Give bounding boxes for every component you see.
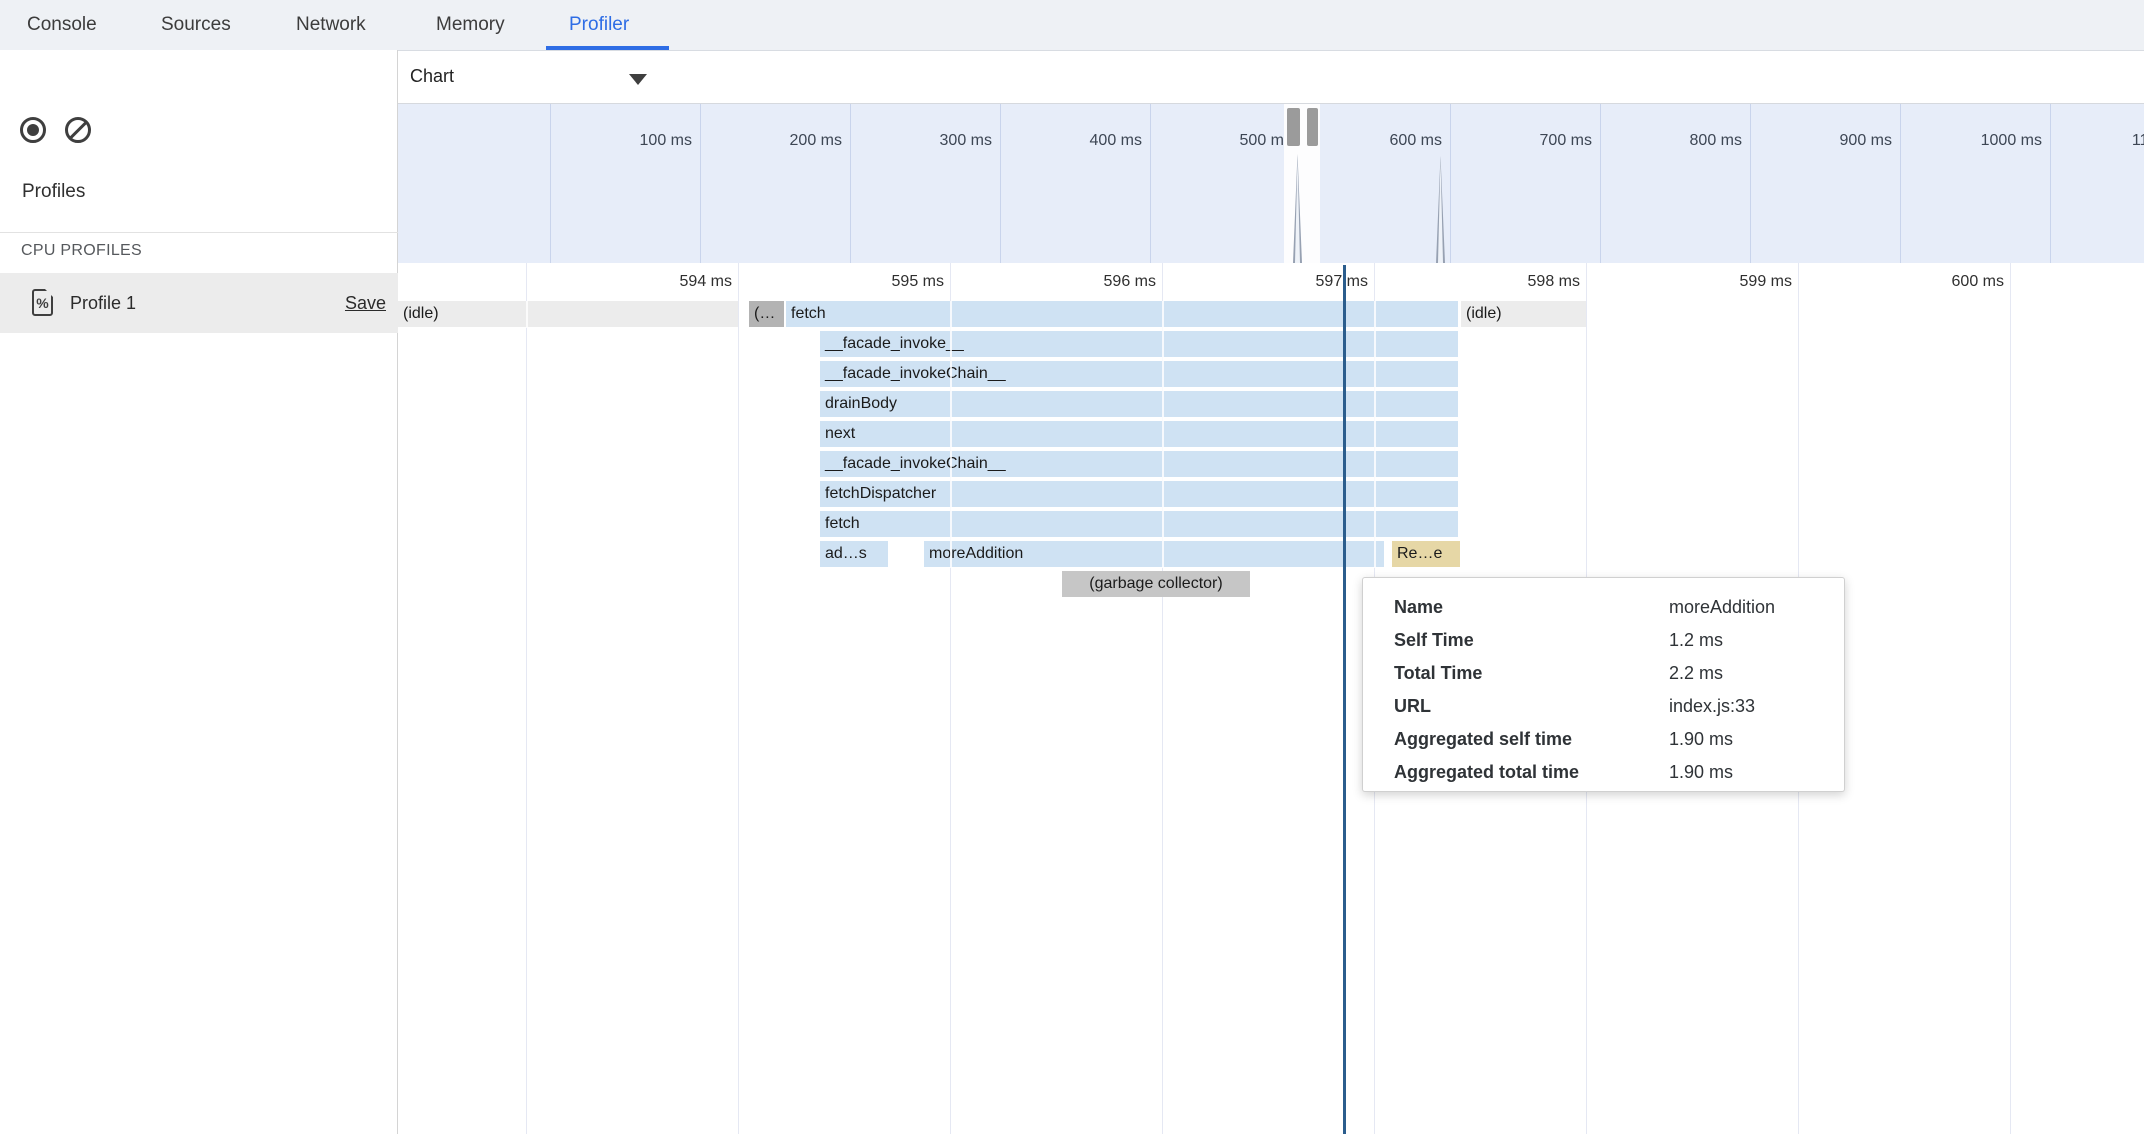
overview-gridline: [550, 104, 551, 263]
flame-bar[interactable]: ad…s: [820, 541, 888, 567]
ruler-tick-label: 596 ms: [1104, 273, 1156, 291]
overview-gridline: [1750, 104, 1751, 263]
profiler-main-panel: Chart 100 ms200 ms300 ms400 ms500 ms600 …: [398, 50, 2144, 1134]
ruler-tick-label: 595 ms: [892, 273, 944, 291]
chart-view-select[interactable]: Chart: [410, 50, 670, 103]
overview-tick-label: 800 ms: [1690, 132, 1742, 150]
sidebar-item-profile-1[interactable]: % Profile 1 Save: [0, 273, 398, 333]
record-icon: [27, 124, 39, 136]
timeline-overview[interactable]: 100 ms200 ms300 ms400 ms500 ms600 ms700 …: [398, 104, 2144, 264]
flame-bar[interactable]: fetch: [820, 511, 1458, 537]
overview-gridline: [700, 104, 701, 263]
flame-bar[interactable]: (garbage collector): [1062, 571, 1250, 597]
overview-gridline: [1450, 104, 1451, 263]
tooltip-label: Total Time: [1394, 657, 1669, 690]
gridline-over-bars: [1374, 301, 1376, 568]
tooltip-value: 2.2 ms: [1669, 657, 1824, 690]
profiles-heading: Profiles: [22, 181, 85, 203]
sidebar-divider: [0, 232, 398, 233]
flame-bar[interactable]: fetchDispatcher: [820, 481, 1458, 507]
save-profile-link[interactable]: Save: [345, 273, 386, 333]
overview-tick-label: 200 ms: [790, 132, 842, 150]
time-gridline: [738, 263, 739, 1134]
overview-gridline: [1600, 104, 1601, 263]
tooltip-value: 1.90 ms: [1669, 756, 1824, 789]
overview-tick-label: 100 ms: [640, 132, 692, 150]
flame-bar[interactable]: drainBody: [820, 391, 1458, 417]
flame-bar-tooltip: NamemoreAddition Self Time1.2 ms Total T…: [1362, 577, 1845, 792]
tab-console[interactable]: Console: [27, 0, 97, 50]
tooltip-value: 1.90 ms: [1669, 723, 1824, 756]
cpu-activity-spike: [1436, 156, 1445, 263]
chevron-down-icon: [629, 74, 647, 85]
ruler-tick-label: 597 ms: [1316, 273, 1368, 291]
time-gridline: [526, 263, 527, 1134]
overview-selection-handle-left[interactable]: [1287, 108, 1300, 146]
tooltip-label: Aggregated self time: [1394, 723, 1669, 756]
tooltip-label: URL: [1394, 690, 1669, 723]
flame-bar[interactable]: next: [820, 421, 1458, 447]
overview-tick-label: 400 ms: [1090, 132, 1142, 150]
tab-sources[interactable]: Sources: [161, 0, 231, 50]
record-profile-button[interactable]: [20, 117, 46, 143]
devtools-window: Console Sources Network Memory Profiler …: [0, 0, 2144, 1134]
ruler-tick-label: 594 ms: [680, 273, 732, 291]
current-time-marker: [1343, 265, 1346, 1134]
overview-tick-label: 300 ms: [940, 132, 992, 150]
no-entry-icon: [69, 120, 88, 139]
flame-bar[interactable]: (idle): [1461, 301, 1586, 327]
flame-bar[interactable]: __facade_invokeChain__: [820, 451, 1458, 477]
profiles-sidebar: Profiles CPU PROFILES % Profile 1 Save: [0, 50, 398, 1134]
gridline-over-bars: [1162, 301, 1164, 568]
ruler-tick-label: 599 ms: [1740, 273, 1792, 291]
profile-document-icon: %: [32, 289, 53, 316]
time-gridline: [2010, 263, 2011, 1134]
flame-bar[interactable]: (…: [749, 301, 784, 327]
clear-profiles-button[interactable]: [65, 117, 91, 143]
tooltip-label: Self Time: [1394, 624, 1669, 657]
gridline-over-bars: [526, 301, 528, 328]
overview-gridline: [1150, 104, 1151, 263]
overview-selection-handle-right[interactable]: [1307, 108, 1318, 146]
flame-bar[interactable]: __facade_invokeChain__: [820, 361, 1458, 387]
chart-view-selected-value: Chart: [410, 66, 454, 86]
ruler-tick-label: 600 ms: [1952, 273, 2004, 291]
flame-bar[interactable]: (idle): [398, 301, 738, 327]
tab-memory[interactable]: Memory: [436, 0, 505, 50]
cpu-profiles-heading: CPU PROFILES: [21, 242, 142, 260]
flame-bar[interactable]: fetch: [786, 301, 1458, 327]
devtools-tab-bar: Console Sources Network Memory Profiler: [0, 0, 2144, 51]
gridline-over-bars: [950, 301, 952, 568]
tooltip-value: index.js:33: [1669, 690, 1824, 723]
tab-network[interactable]: Network: [296, 0, 366, 50]
profile-name: Profile 1: [70, 273, 136, 333]
tooltip-label: Name: [1394, 591, 1669, 624]
overview-gridline: [2050, 104, 2051, 263]
cpu-activity-spike: [1293, 154, 1302, 263]
tab-profiler[interactable]: Profiler: [569, 0, 629, 50]
flame-chart: 594 ms 595 ms 596 ms 597 ms 598 ms 599 ms 600 …: [398, 263, 2144, 1134]
tooltip-value: 1.2 ms: [1669, 624, 1824, 657]
flame-bar[interactable]: moreAddition: [924, 541, 1384, 567]
overview-gridline: [1900, 104, 1901, 263]
overview-tick-label: 900 ms: [1840, 132, 1892, 150]
flame-bar[interactable]: Re…e: [1392, 541, 1460, 567]
overview-tick-label: 600 ms: [1390, 132, 1442, 150]
overview-tick-label: 1100 ms: [2132, 132, 2144, 150]
overview-tick-label: 700 ms: [1540, 132, 1592, 150]
tooltip-label: Aggregated total time: [1394, 756, 1669, 789]
overview-gridline: [1000, 104, 1001, 263]
tooltip-value: moreAddition: [1669, 591, 1824, 624]
overview-tick-label: 1000 ms: [1981, 132, 2042, 150]
flame-bar[interactable]: __facade_invoke__: [820, 331, 1458, 357]
overview-gridline: [850, 104, 851, 263]
ruler-tick-label: 598 ms: [1528, 273, 1580, 291]
